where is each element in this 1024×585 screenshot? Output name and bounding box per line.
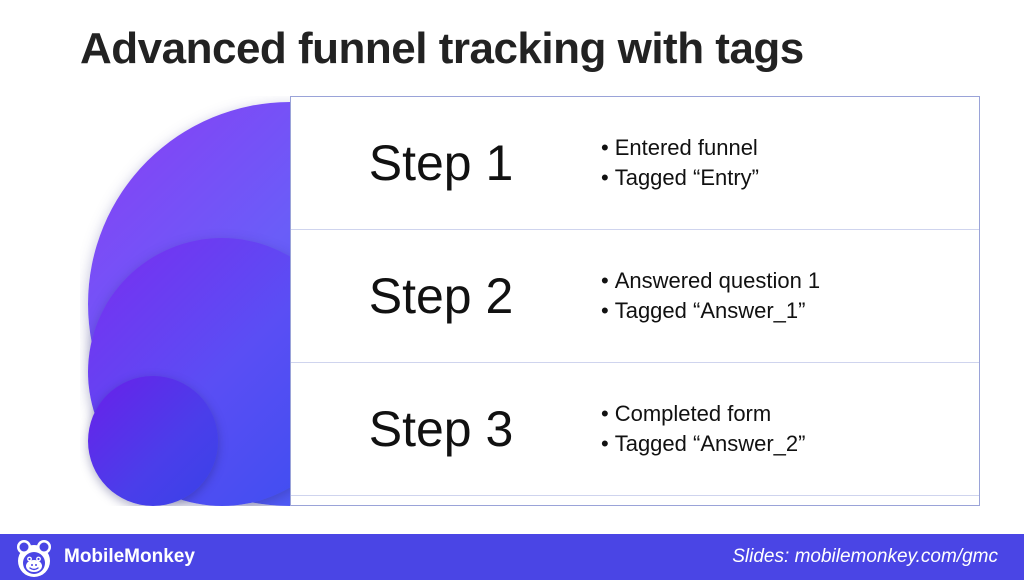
table-row: Step 1 •Entered funnel •Tagged “Entry” bbox=[291, 97, 979, 230]
step-label: Step 2 bbox=[291, 267, 591, 325]
brand: MobileMonkey bbox=[12, 535, 195, 579]
bullet-item: •Tagged “Entry” bbox=[601, 163, 979, 193]
slides-url: mobilemonkey.com/gmc bbox=[795, 546, 998, 567]
bullet-text: Completed form bbox=[615, 399, 772, 429]
footer-bar: MobileMonkey Slides: mobilemonkey.com/gm… bbox=[0, 534, 1024, 580]
bullet-dot: • bbox=[601, 429, 609, 459]
step-label: Step 1 bbox=[291, 134, 591, 192]
table-row: Step 3 •Completed form •Tagged “Answer_2… bbox=[291, 363, 979, 496]
bullet-item: •Entered funnel bbox=[601, 133, 979, 163]
steps-table: Step 1 •Entered funnel •Tagged “Entry” S… bbox=[290, 96, 980, 506]
slide: Advanced funnel tracking with tags Step … bbox=[0, 0, 1024, 580]
step-bullets: •Entered funnel •Tagged “Entry” bbox=[591, 133, 979, 192]
bullet-text: Tagged “Answer_2” bbox=[615, 429, 806, 459]
monkey-logo-icon bbox=[12, 535, 56, 579]
bullet-text: Answered question 1 bbox=[615, 266, 820, 296]
slides-prefix: Slides: bbox=[732, 546, 794, 567]
bullet-item: •Tagged “Answer_2” bbox=[601, 429, 979, 459]
circle-inner bbox=[88, 376, 218, 506]
bullet-dot: • bbox=[601, 399, 609, 429]
brand-name: MobileMonkey bbox=[64, 546, 195, 568]
funnel-circles bbox=[80, 96, 290, 506]
bullet-item: •Completed form bbox=[601, 399, 979, 429]
step-bullets: •Answered question 1 •Tagged “Answer_1” bbox=[591, 266, 979, 325]
step-label: Step 3 bbox=[291, 400, 591, 458]
slide-title: Advanced funnel tracking with tags bbox=[80, 24, 804, 74]
bullet-dot: • bbox=[601, 266, 609, 296]
bullet-dot: • bbox=[601, 133, 609, 163]
bullet-text: Entered funnel bbox=[615, 133, 758, 163]
bullet-item: •Answered question 1 bbox=[601, 266, 979, 296]
bullet-text: Tagged “Answer_1” bbox=[615, 296, 806, 326]
bullet-item: •Tagged “Answer_1” bbox=[601, 296, 979, 326]
bullet-dot: • bbox=[601, 163, 609, 193]
content-area: Step 1 •Entered funnel •Tagged “Entry” S… bbox=[80, 96, 980, 506]
step-bullets: •Completed form •Tagged “Answer_2” bbox=[591, 399, 979, 458]
slides-link: Slides: mobilemonkey.com/gmc bbox=[732, 546, 998, 568]
bullet-dot: • bbox=[601, 296, 609, 326]
bullet-text: Tagged “Entry” bbox=[615, 163, 759, 193]
table-row: Step 2 •Answered question 1 •Tagged “Ans… bbox=[291, 230, 979, 363]
table-spacer-row bbox=[291, 496, 979, 505]
